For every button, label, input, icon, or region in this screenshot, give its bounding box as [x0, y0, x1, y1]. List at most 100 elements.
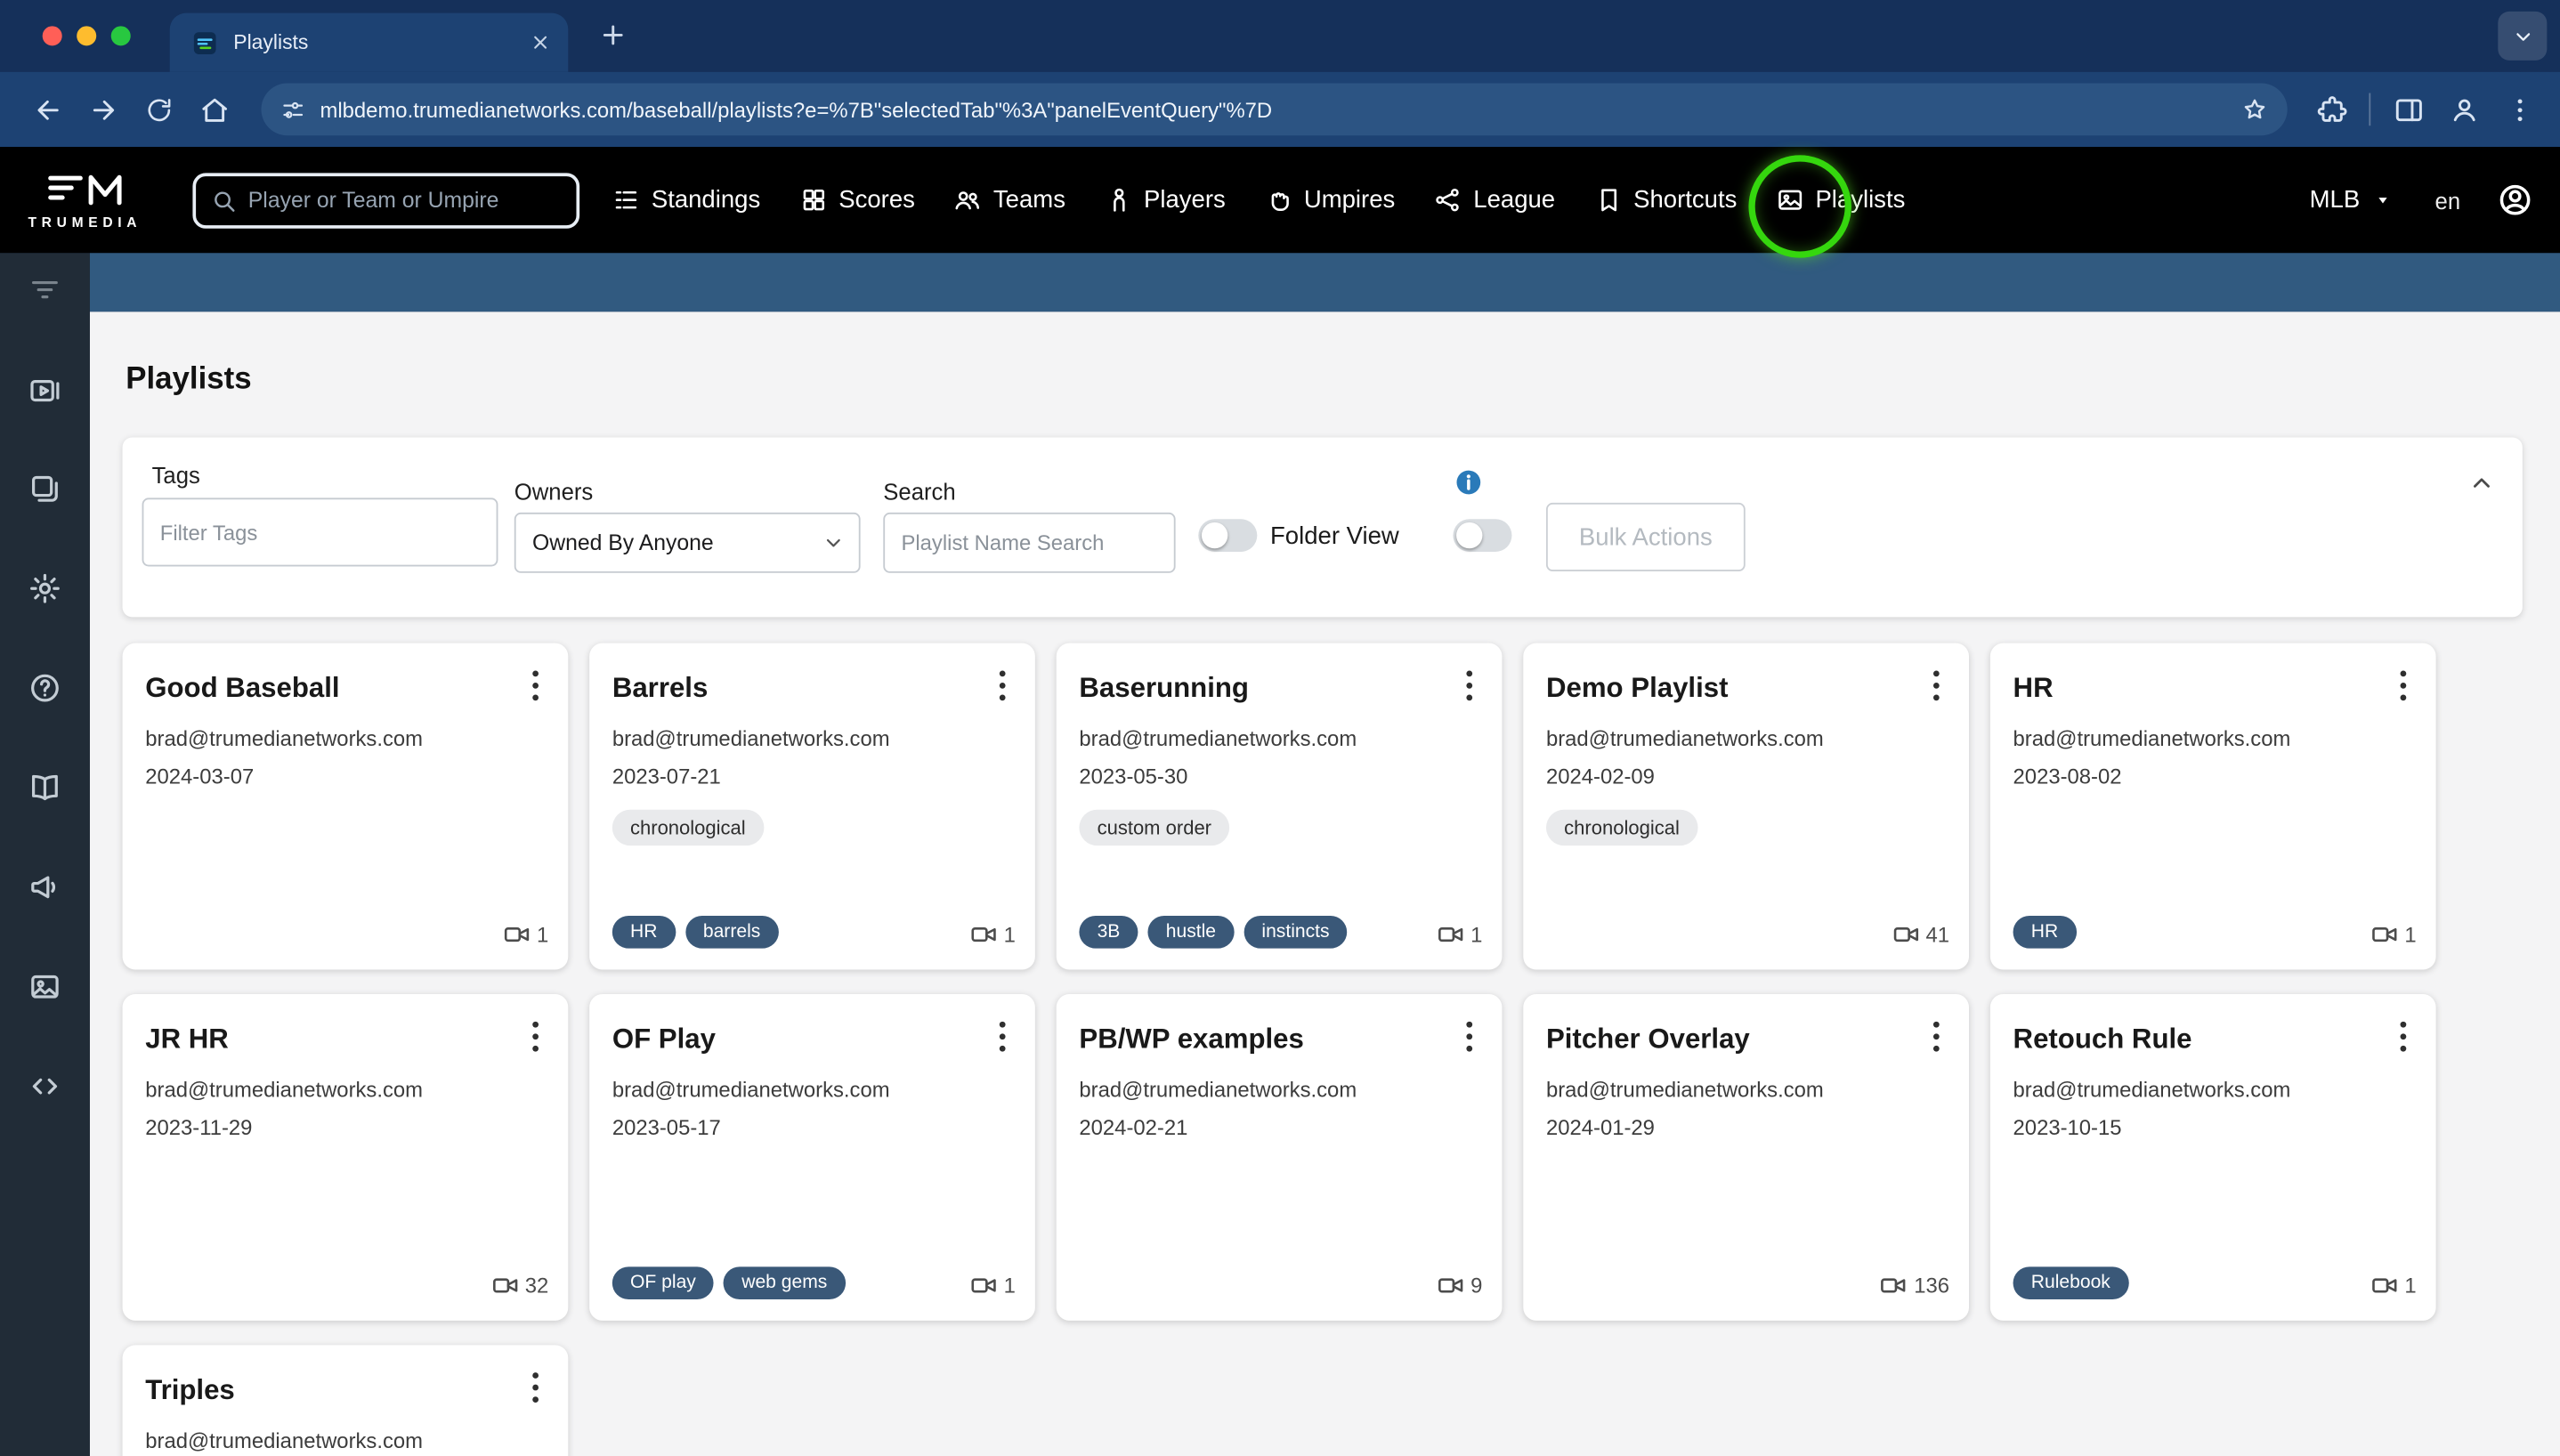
tag-pill[interactable]: HR	[612, 916, 676, 949]
window-minimize-button[interactable]	[77, 26, 96, 45]
owners-select[interactable]: Owned By Anyone	[514, 513, 861, 573]
tag-pill[interactable]: HR	[2013, 916, 2077, 949]
sidebar-item-code[interactable]	[25, 1066, 64, 1105]
bulk-actions-button[interactable]: Bulk Actions	[1546, 503, 1746, 571]
side-panel-button[interactable]	[2384, 85, 2433, 133]
sidebar-item-settings[interactable]	[25, 568, 64, 607]
sidebar-item-glossary[interactable]	[25, 767, 64, 806]
playlist-owner: brad@trumedianetworks.com	[145, 726, 545, 751]
kebab-menu-icon[interactable]	[2382, 1015, 2425, 1058]
playlist-title: HR	[2013, 673, 2413, 706]
playlist-title: Triples	[145, 1374, 545, 1407]
playlist-title: OF Play	[612, 1023, 1012, 1056]
playlist-card[interactable]: Retouch Rulebrad@trumedianetworks.com202…	[1990, 994, 2436, 1321]
url-bar[interactable]: mlbdemo.trumedianetworks.com/baseball/pl…	[261, 84, 2287, 136]
forward-button[interactable]	[78, 85, 127, 133]
bookmark-star-icon[interactable]	[2241, 96, 2267, 122]
kebab-menu-icon[interactable]	[1915, 1015, 1957, 1058]
nav-item-shortcuts[interactable]: Shortcuts	[1594, 186, 1737, 214]
site-info-icon[interactable]	[280, 97, 305, 122]
global-search-input[interactable]	[248, 188, 562, 213]
playlist-card[interactable]: OF Playbrad@trumedianetworks.com2023-05-…	[589, 994, 1035, 1321]
tag-list: Rulebook	[2013, 1266, 2128, 1299]
info-icon[interactable]	[1453, 467, 1484, 498]
nav-item-scores[interactable]: Scores	[799, 186, 915, 214]
playlist-owner: brad@trumedianetworks.com	[145, 1078, 545, 1103]
nav-item-league[interactable]: League	[1434, 186, 1555, 214]
tab-search-button[interactable]	[2498, 12, 2547, 61]
global-search[interactable]	[192, 173, 579, 228]
playlist-search-input[interactable]	[883, 513, 1175, 573]
account-icon[interactable]	[2496, 182, 2533, 219]
browser-menu-button[interactable]	[2495, 85, 2544, 133]
folder-view-toggle[interactable]	[1198, 519, 1257, 552]
nav-item-standings[interactable]: Standings	[612, 186, 760, 214]
playlist-card[interactable]: Triplesbrad@trumedianetworks.com	[123, 1345, 569, 1456]
sidebar-item-media[interactable]	[25, 967, 64, 1006]
kebab-menu-icon[interactable]	[981, 1015, 1024, 1058]
extensions-button[interactable]	[2307, 85, 2356, 133]
home-icon	[198, 93, 230, 125]
tag-pill[interactable]: instincts	[1244, 916, 1348, 949]
clip-count-value: 1	[1004, 1274, 1016, 1298]
teams-icon	[954, 186, 982, 214]
back-button[interactable]	[23, 85, 72, 133]
tag-pill[interactable]: OF play	[612, 1266, 714, 1299]
language-selector[interactable]: en	[2435, 187, 2461, 213]
playlist-card[interactable]: Demo Playlistbrad@trumedianetworks.com20…	[1523, 643, 1969, 970]
tags-filter-input[interactable]	[142, 497, 498, 566]
back-icon	[32, 93, 63, 125]
nav-item-umpires[interactable]: Umpires	[1265, 186, 1395, 214]
kebab-menu-icon[interactable]	[1915, 665, 1957, 708]
kebab-menu-icon[interactable]	[1448, 1015, 1491, 1058]
playlist-card[interactable]: HRbrad@trumedianetworks.com2023-08-02HR1	[1990, 643, 2436, 970]
kebab-menu-icon[interactable]	[2382, 665, 2425, 708]
sidebar-item-filter[interactable]	[25, 270, 64, 309]
reload-button[interactable]	[134, 85, 182, 133]
sidebar-item-help[interactable]	[25, 667, 64, 707]
kebab-menu-icon[interactable]	[514, 1366, 557, 1409]
playlist-card[interactable]: Good Baseballbrad@trumedianetworks.com20…	[123, 643, 569, 970]
tag-pill[interactable]: hustle	[1148, 916, 1235, 949]
umpires-icon	[1265, 186, 1292, 214]
nav-label: Umpires	[1304, 186, 1395, 214]
tag-list: 3B hustle instincts	[1079, 916, 1347, 949]
playlist-title: Baserunning	[1079, 673, 1478, 706]
kebab-menu-icon[interactable]	[514, 665, 557, 708]
tag-pill[interactable]: web gems	[724, 1266, 846, 1299]
playlist-card[interactable]: PB/WP examplesbrad@trumedianetworks.com2…	[1057, 994, 1503, 1321]
playlist-card[interactable]: Barrelsbrad@trumedianetworks.com2023-07-…	[589, 643, 1035, 970]
new-tab-button[interactable]	[597, 20, 628, 51]
playlist-card[interactable]: Pitcher Overlaybrad@trumedianetworks.com…	[1523, 994, 1969, 1321]
trumedia-logo[interactable]: TRUMEDIA	[0, 171, 170, 230]
sidebar-item-cards[interactable]	[25, 468, 64, 507]
nav-item-playlists[interactable]: Playlists	[1776, 186, 1905, 214]
owners-label: Owners	[514, 478, 593, 504]
home-button[interactable]	[190, 85, 239, 133]
playlist-title: Pitcher Overlay	[1546, 1023, 1946, 1056]
tag-pill[interactable]: 3B	[1079, 916, 1138, 949]
window-zoom-button[interactable]	[111, 26, 131, 45]
collapse-panel-icon[interactable]	[2467, 468, 2496, 497]
kebab-menu-icon[interactable]	[514, 1015, 557, 1058]
nav-item-teams[interactable]: Teams	[954, 186, 1065, 214]
main-nav: Standings Scores Teams Players Umpires League…	[612, 186, 1906, 214]
nav-item-players[interactable]: Players	[1105, 186, 1226, 214]
close-icon[interactable]	[529, 31, 552, 54]
sidebar-item-announcements[interactable]	[25, 867, 64, 906]
tag-pill[interactable]: barrels	[685, 916, 779, 949]
playlist-card[interactable]: JR HRbrad@trumedianetworks.com2023-11-29…	[123, 994, 569, 1321]
kebab-menu-icon[interactable]	[981, 665, 1024, 708]
league-selector[interactable]: MLB	[2310, 186, 2393, 214]
profile-icon	[2448, 93, 2479, 125]
bulk-select-toggle[interactable]	[1453, 519, 1511, 552]
window-close-button[interactable]	[43, 26, 62, 45]
playlist-owner: brad@trumedianetworks.com	[2013, 1078, 2413, 1103]
playlist-card[interactable]: Baserunningbrad@trumedianetworks.com2023…	[1057, 643, 1503, 970]
sidebar-item-video-library[interactable]	[25, 369, 64, 408]
browser-profile-button[interactable]	[2439, 85, 2488, 133]
tag-pill[interactable]: Rulebook	[2013, 1266, 2128, 1299]
tab-favicon-icon	[191, 28, 219, 56]
kebab-menu-icon[interactable]	[1448, 665, 1491, 708]
browser-tab[interactable]: Playlists	[170, 13, 569, 72]
